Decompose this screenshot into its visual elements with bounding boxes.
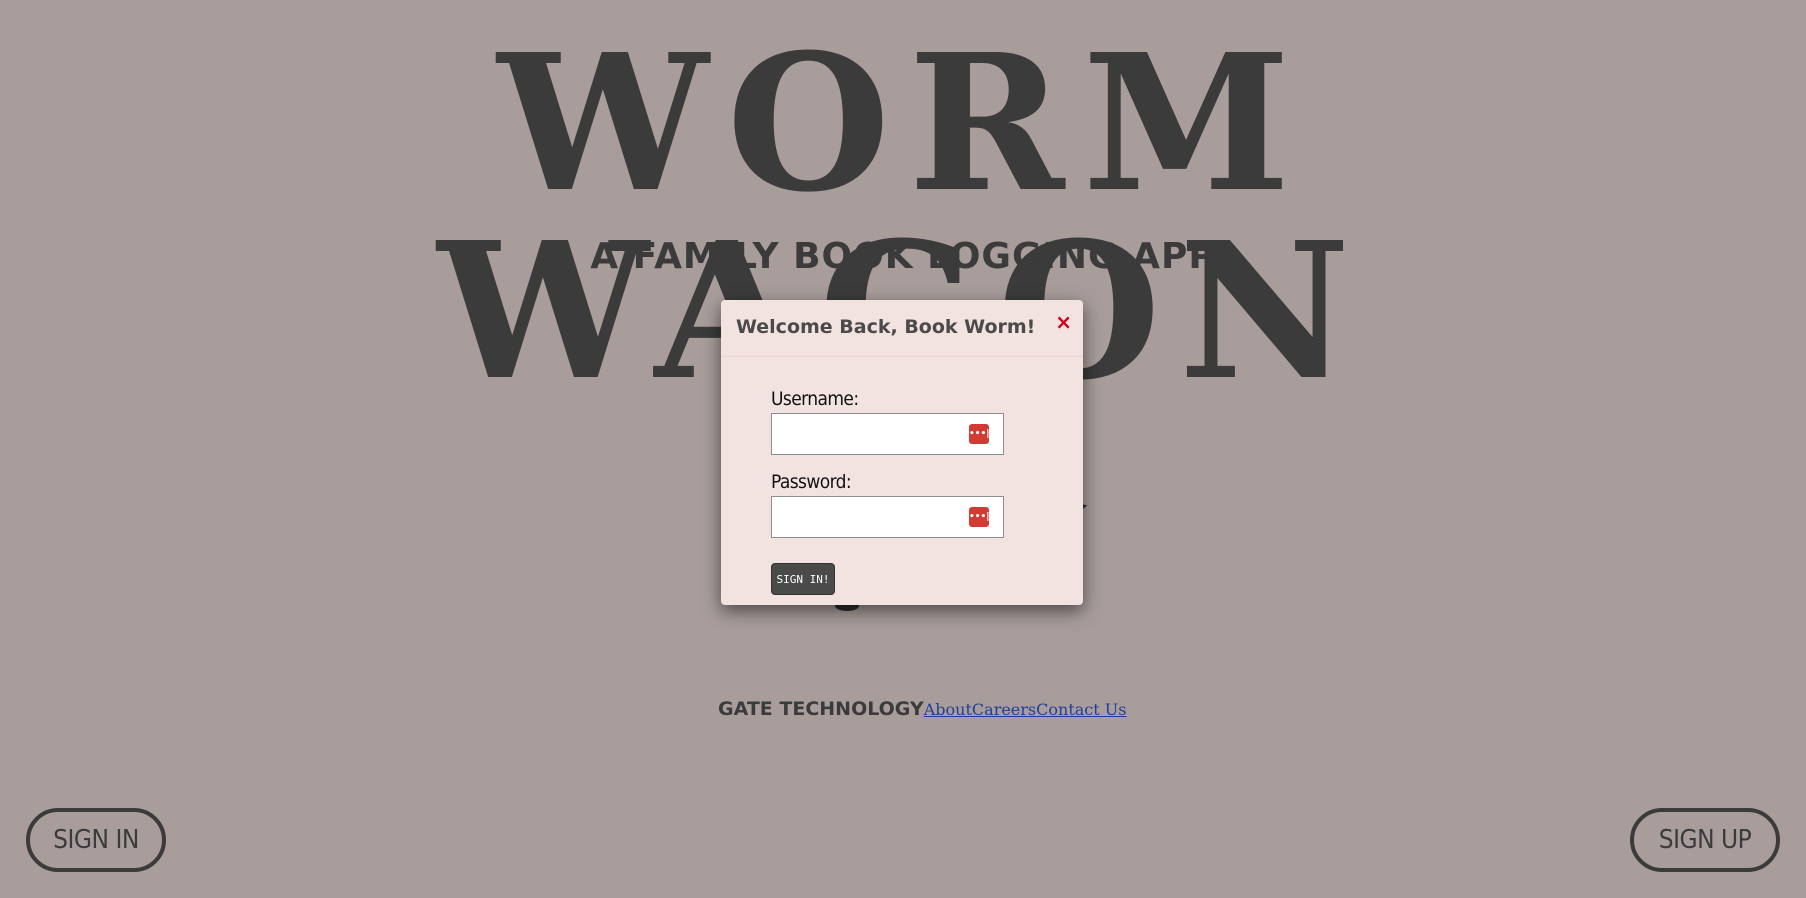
password-input[interactable] (772, 497, 969, 535)
modal-title: Welcome Back, Book Worm! (736, 316, 1036, 338)
sign-in-button[interactable]: SIGN IN (26, 808, 166, 872)
username-field-wrapper: •••| (771, 413, 1004, 455)
password-manager-icon[interactable]: •••| (969, 424, 990, 444)
modal-header: Welcome Back, Book Worm! × (721, 300, 1083, 357)
app-subtitle: A FAMILY BOOK LOGGING APP (590, 236, 1216, 277)
footer-link-contact-us[interactable]: Contact Us (1036, 700, 1126, 719)
footer-brand: GATE TECHNOLOGY (718, 698, 924, 720)
submit-sign-in-button[interactable]: SIGN IN! (771, 563, 835, 595)
footer-link-about[interactable]: About (924, 700, 972, 719)
username-label: Username: (771, 388, 859, 410)
sign-up-button[interactable]: SIGN UP (1630, 808, 1780, 872)
sign-in-modal: Welcome Back, Book Worm! × Username: •••… (721, 300, 1083, 605)
password-manager-icon[interactable]: •••| (969, 507, 990, 527)
close-icon[interactable]: × (1055, 312, 1072, 332)
password-label: Password: (771, 471, 852, 493)
site-footer: GATE TECHNOLOGY About Careers Contact Us (718, 698, 1126, 720)
password-field-wrapper: •••| (771, 496, 1004, 538)
footer-link-careers[interactable]: Careers (972, 700, 1036, 719)
username-input[interactable] (772, 414, 969, 452)
